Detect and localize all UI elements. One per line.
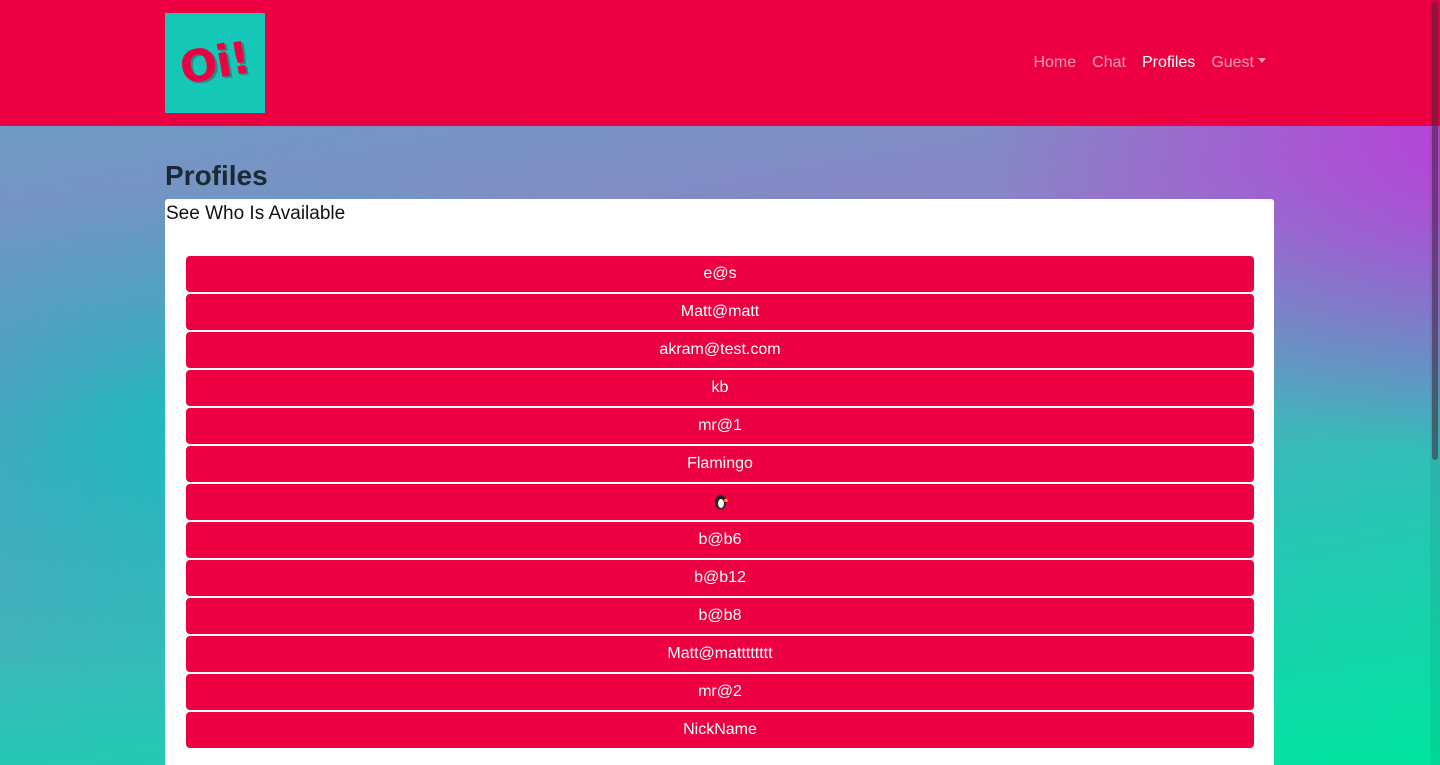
card-title: See Who Is Available	[166, 203, 346, 224]
page-title: Profiles	[165, 160, 268, 191]
user-dropdown-label: Guest	[1211, 54, 1254, 71]
profile-item[interactable]	[186, 484, 1254, 520]
profile-name: b@b12	[694, 569, 746, 586]
profile-name: mr@2	[698, 683, 742, 700]
main-nav: Home Chat Profiles Guest	[1033, 50, 1266, 76]
profile-name: mr@1	[698, 417, 742, 434]
profile-item[interactable]: e@s	[186, 256, 1254, 292]
profile-item[interactable]: NickName	[186, 712, 1254, 748]
nav-link-home[interactable]: Home	[1033, 50, 1076, 76]
profile-list: e@s Matt@matt akram@test.com kb mr@1 Fla…	[186, 256, 1254, 750]
profile-item[interactable]: kb	[186, 370, 1254, 406]
page-scrollbar[interactable]	[1430, 0, 1440, 765]
logo[interactable]: Oi!	[165, 13, 265, 113]
profile-item[interactable]: mr@1	[186, 408, 1254, 444]
profile-name: b@b6	[698, 531, 742, 548]
profile-item[interactable]: b@b6	[186, 522, 1254, 558]
profile-item[interactable]: b@b8	[186, 598, 1254, 634]
nav-link-chat[interactable]: Chat	[1092, 50, 1126, 76]
profile-item[interactable]: akram@test.com	[186, 332, 1254, 368]
profile-item[interactable]: Matt@matt	[186, 294, 1254, 330]
profile-name: akram@test.com	[659, 341, 781, 358]
nav-link-profiles[interactable]: Profiles	[1142, 50, 1195, 76]
logo-text: Oi!	[176, 31, 254, 95]
user-dropdown-toggle[interactable]: Guest	[1211, 50, 1266, 76]
profile-item[interactable]: b@b12	[186, 560, 1254, 596]
caret-down-icon	[1258, 58, 1266, 64]
navbar: Oi! Home Chat Profiles Guest	[0, 0, 1440, 126]
profile-name: e@s	[703, 265, 737, 282]
profile-name: NickName	[683, 721, 757, 738]
profile-item[interactable]: mr@2	[186, 674, 1254, 710]
profiles-card: See Who Is Available e@s Matt@matt akram…	[165, 199, 1274, 765]
profile-name: Flamingo	[687, 455, 753, 472]
penguin-emoji-icon	[713, 494, 728, 510]
profile-name: b@b8	[698, 607, 742, 624]
profile-name: kb	[711, 379, 729, 396]
profile-item[interactable]: Matt@matttttttt	[186, 636, 1254, 672]
profile-item[interactable]: Flamingo	[186, 446, 1254, 482]
profile-name: Matt@matttttttt	[667, 645, 773, 662]
scrollbar-thumb[interactable]	[1432, 2, 1438, 460]
profile-name: Matt@matt	[680, 303, 760, 320]
